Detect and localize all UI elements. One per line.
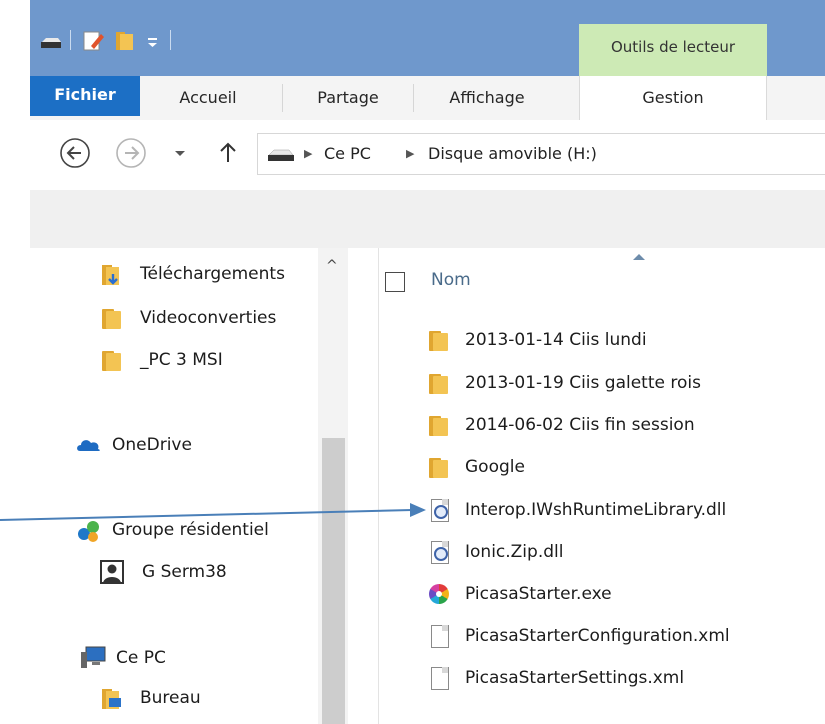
annotation-arrow xyxy=(0,503,426,521)
